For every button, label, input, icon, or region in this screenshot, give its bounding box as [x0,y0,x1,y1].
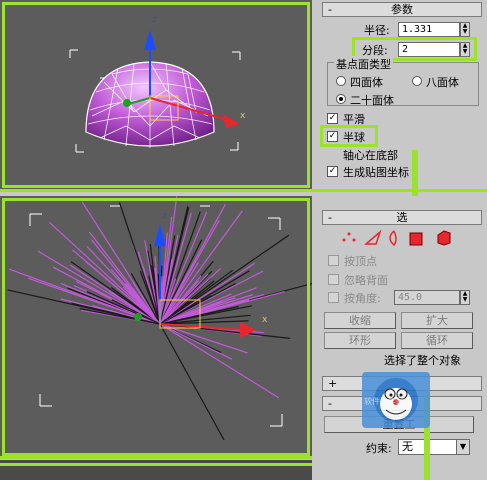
smooth-checkbox[interactable]: ✓ [327,113,338,124]
radio-octahedron-label: 八面体 [426,76,459,89]
radio-icosahedron[interactable] [336,94,346,104]
viewport-perspective-bottom[interactable]: z x [0,196,312,458]
gen-uv-checkbox[interactable]: ✓ [327,166,338,177]
by-vertex-label: 按顶点 [344,255,377,268]
rollout-collapse-sign: - [328,3,332,16]
edge-icon[interactable] [363,229,382,245]
element-icon[interactable] [437,230,451,246]
shrink-button[interactable]: 收缩 [324,312,396,329]
angle-spinner[interactable]: ▲ ▼ [460,290,470,305]
watermark-text: 软件自学网 [364,397,404,406]
hemisphere-highlight [320,125,378,147]
parameters-rollout-header[interactable]: - 参数 [322,2,482,17]
radio-tetrahedron-label: 四面体 [350,76,383,89]
bottom-viewport-highlight [2,198,310,456]
selection-status: 选择了整个对象 [384,354,461,367]
selection-panel: - 选 按顶点 忽略背面 按角度: 45.0 ▲ ▼ 收缩 扩大 环形 循环 选择… [312,196,487,480]
parameters-rollout-title: 参数 [391,3,413,16]
ring-button[interactable]: 环形 [324,332,396,349]
watermark-logo: 软件自学网 [362,372,430,428]
ignore-backface-label: 忽略背面 [344,274,388,287]
viewport-highlight-frame [2,2,310,188]
subobject-toolbar [342,229,451,247]
by-vertex-checkbox[interactable] [328,255,339,266]
radio-icosahedron-label: 二十面体 [350,94,394,107]
pivot-label: 轴心在底部 [343,149,398,162]
constraint-label: 约束: [366,442,392,455]
radio-tetrahedron[interactable] [336,76,346,86]
by-angle-checkbox[interactable] [328,292,339,303]
by-angle-label: 按角度: [344,292,381,305]
selection-rollout-title: 选 [396,211,408,224]
angle-input[interactable]: 45.0 [394,290,460,305]
loop-button[interactable]: 循环 [401,332,473,349]
collapsed-rollout-sign: + [328,377,338,390]
border-icon[interactable] [389,230,397,247]
radius-label: 半径: [364,24,390,37]
ignore-backface-checkbox[interactable] [328,274,339,285]
radius-input[interactable]: 1.331 [398,22,460,37]
soft-rollout-sign: - [328,397,332,410]
radius-spinner[interactable]: ▲ ▼ [460,22,470,37]
polygon-icon[interactable] [409,232,423,246]
radio-octahedron[interactable] [412,76,422,86]
selection-collapse-sign: - [328,211,332,224]
selection-rollout-header[interactable]: - 选 [322,210,482,225]
chevron-down-icon: ▼ [456,440,469,454]
base-type-label: 基点面类型 [334,56,393,72]
vertex-icon[interactable] [342,232,356,242]
viewport-perspective-top[interactable]: z x [0,0,312,190]
grow-button[interactable]: 扩大 [401,312,473,329]
